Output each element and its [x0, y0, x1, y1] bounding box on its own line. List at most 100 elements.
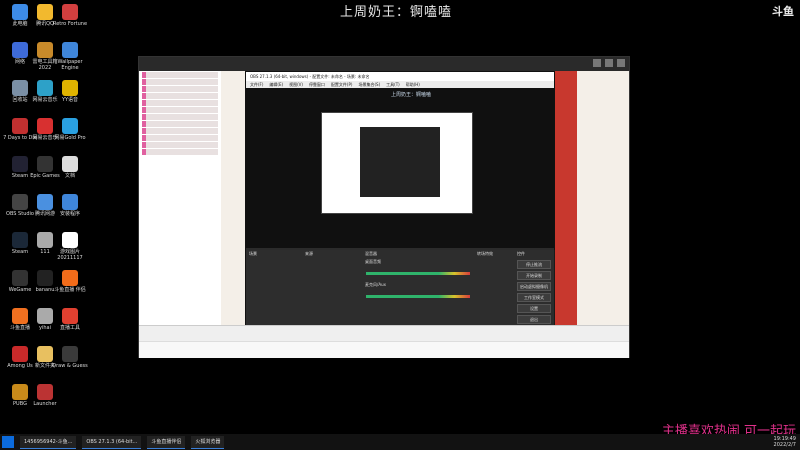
app-icon [37, 384, 53, 400]
app-icon [12, 118, 28, 134]
app-icon [12, 308, 28, 324]
desktop-icon-label: Launcher [33, 401, 57, 407]
browser-window: OBS 27.1.3 (64-bit, windows) - 配置文件: 未命名… [138, 56, 630, 358]
app-icon [12, 346, 28, 362]
desktop-icon[interactable]: 直播工具 [52, 308, 88, 331]
desktop-icon-label: 安装程序 [59, 211, 80, 217]
dock-title: 来源 [305, 251, 313, 256]
obs-menu-item[interactable]: 工具(T) [386, 81, 400, 88]
desktop-icon[interactable]: Wallpaper Engine [52, 42, 88, 71]
chat-message [142, 121, 218, 127]
chat-message [142, 128, 218, 134]
obs-menu-item[interactable]: 配置文件(P) [331, 81, 353, 88]
chat-message [142, 149, 218, 155]
taskbar-app[interactable]: OBS 27.1.3 (64-bit... [82, 435, 142, 449]
desktop-icon-label: 文档 [64, 173, 75, 179]
chat-message [142, 114, 218, 120]
app-icon [62, 194, 78, 210]
app-icon [37, 42, 53, 58]
obs-menubar: 文件(F) 编辑(E) 视图(V) 停靠窗口 配置文件(P) 场景集合(S) 工具(T) 帮助… [246, 81, 554, 88]
desktop-icon-label: Draw & Guess [52, 363, 88, 369]
app-icon [62, 346, 78, 362]
audio-meter[interactable] [366, 295, 470, 298]
taskbar-app[interactable]: 斗鱼直播伴侣 [147, 435, 186, 449]
mixer-channel-label: 麦克风/Aux [365, 282, 386, 287]
clock-date: 2022/2/7 [773, 442, 796, 448]
dock-mixer: 混音器 桌面音频 麦克风/Aux [362, 250, 475, 326]
app-icon [12, 232, 28, 248]
taskbar-app[interactable]: 火狐浏览器 [191, 435, 225, 449]
preview-title: 上周奶王：锕嗑嗑 [391, 92, 432, 98]
stream-status-bar [139, 325, 629, 342]
desktop-icon[interactable]: 游戏图片 20211117 [52, 232, 88, 261]
audio-meter[interactable] [366, 272, 470, 275]
obs-control-button[interactable]: 启动虚拟摄像机 [517, 282, 551, 291]
app-icon [62, 270, 78, 286]
chat-message [142, 142, 218, 148]
app-icon [12, 270, 28, 286]
desktop-icon-label: 游戏图片 20211117 [57, 249, 83, 261]
desktop-icon[interactable]: Retro Fortune [52, 4, 88, 27]
app-icon [62, 118, 78, 134]
obs-preview[interactable]: 上周奶王：锕嗑嗑 [246, 88, 554, 248]
desktop-icon-label: Retro Fortune [52, 21, 88, 27]
app-icon [12, 384, 28, 400]
obs-menu-item[interactable]: 停靠窗口 [309, 81, 325, 88]
dock-title: 转场特效 [477, 251, 493, 256]
chat-message [142, 72, 218, 78]
obs-window: OBS 27.1.3 (64-bit, windows) - 配置文件: 未命名… [245, 71, 555, 327]
chat-message [142, 86, 218, 92]
app-icon [37, 156, 53, 172]
chat-message [142, 135, 218, 141]
nested-screen-capture [321, 112, 473, 214]
app-icon [62, 232, 78, 248]
desktop-icon[interactable]: YY语音 [52, 80, 88, 103]
chat-message [142, 93, 218, 99]
app-icon [12, 4, 28, 20]
app-icon [62, 80, 78, 96]
close-icon[interactable] [617, 59, 625, 67]
start-button[interactable] [2, 436, 14, 448]
desktop-icon-label: Wallpaper Engine [57, 59, 83, 71]
taskbar: 1456956942-斗鱼... OBS 27.1.3 (64-bit... 斗鱼直… [0, 434, 800, 450]
obs-menu-item[interactable]: 编辑(E) [269, 81, 283, 88]
chat-message [142, 79, 218, 85]
desktop-icon-label: 斗鱼直播 伴侣 [54, 287, 86, 293]
stream-overlay-title: 上周奶王：锕嗑嗑 [340, 5, 453, 20]
maximize-icon[interactable] [605, 59, 613, 67]
obs-control-button[interactable]: 设置 [517, 304, 551, 313]
desktop-icon[interactable]: Draw & Guess [52, 346, 88, 369]
chat-message [142, 100, 218, 106]
stream-bottom-bar [139, 341, 629, 358]
chat-panel [139, 71, 222, 341]
desktop-icon[interactable]: Launcher [27, 384, 63, 407]
obs-control-button[interactable]: 停止推流 [517, 260, 551, 269]
obs-menu-item[interactable]: 视图(V) [289, 81, 303, 88]
app-icon [37, 270, 53, 286]
obs-control-button[interactable]: 退出 [517, 315, 551, 324]
obs-control-button[interactable]: 工作室模式 [517, 293, 551, 302]
app-icon [37, 194, 53, 210]
desktop-icon[interactable]: 文档 [52, 156, 88, 179]
app-icon [37, 232, 53, 248]
dock-controls: 控件 停止推流 开始录制 启动虚拟摄像机 工作室模式 设置 退出 [514, 250, 555, 326]
app-icon [12, 80, 28, 96]
obs-menu-item[interactable]: 文件(F) [250, 81, 263, 88]
douyu-logo: 斗鱼 [772, 5, 794, 18]
obs-control-button[interactable]: 开始录制 [517, 271, 551, 280]
app-icon [62, 42, 78, 58]
dock-transitions: 转场特效 [474, 250, 515, 326]
minimize-icon[interactable] [593, 59, 601, 67]
desktop-icon[interactable]: 安装程序 [52, 194, 88, 217]
desktop-icon[interactable]: 斗鱼直播 伴侣 [52, 270, 88, 293]
obs-menu-item[interactable]: 场景集合(S) [358, 81, 380, 88]
taskbar-app[interactable]: 1456956942-斗鱼... [20, 435, 77, 449]
obs-titlebar: OBS 27.1.3 (64-bit, windows) - 配置文件: 未命名… [246, 72, 554, 81]
system-clock[interactable]: 19:19:49 2022/2/7 [774, 436, 796, 448]
obs-menu-item[interactable]: 帮助(H) [406, 81, 420, 88]
mixer-channel-label: 桌面音频 [365, 259, 381, 264]
window-titlebar [139, 57, 629, 71]
chat-message [142, 107, 218, 113]
app-icon [62, 4, 78, 20]
desktop-icon[interactable]: 网易Gold Pro [52, 118, 88, 141]
